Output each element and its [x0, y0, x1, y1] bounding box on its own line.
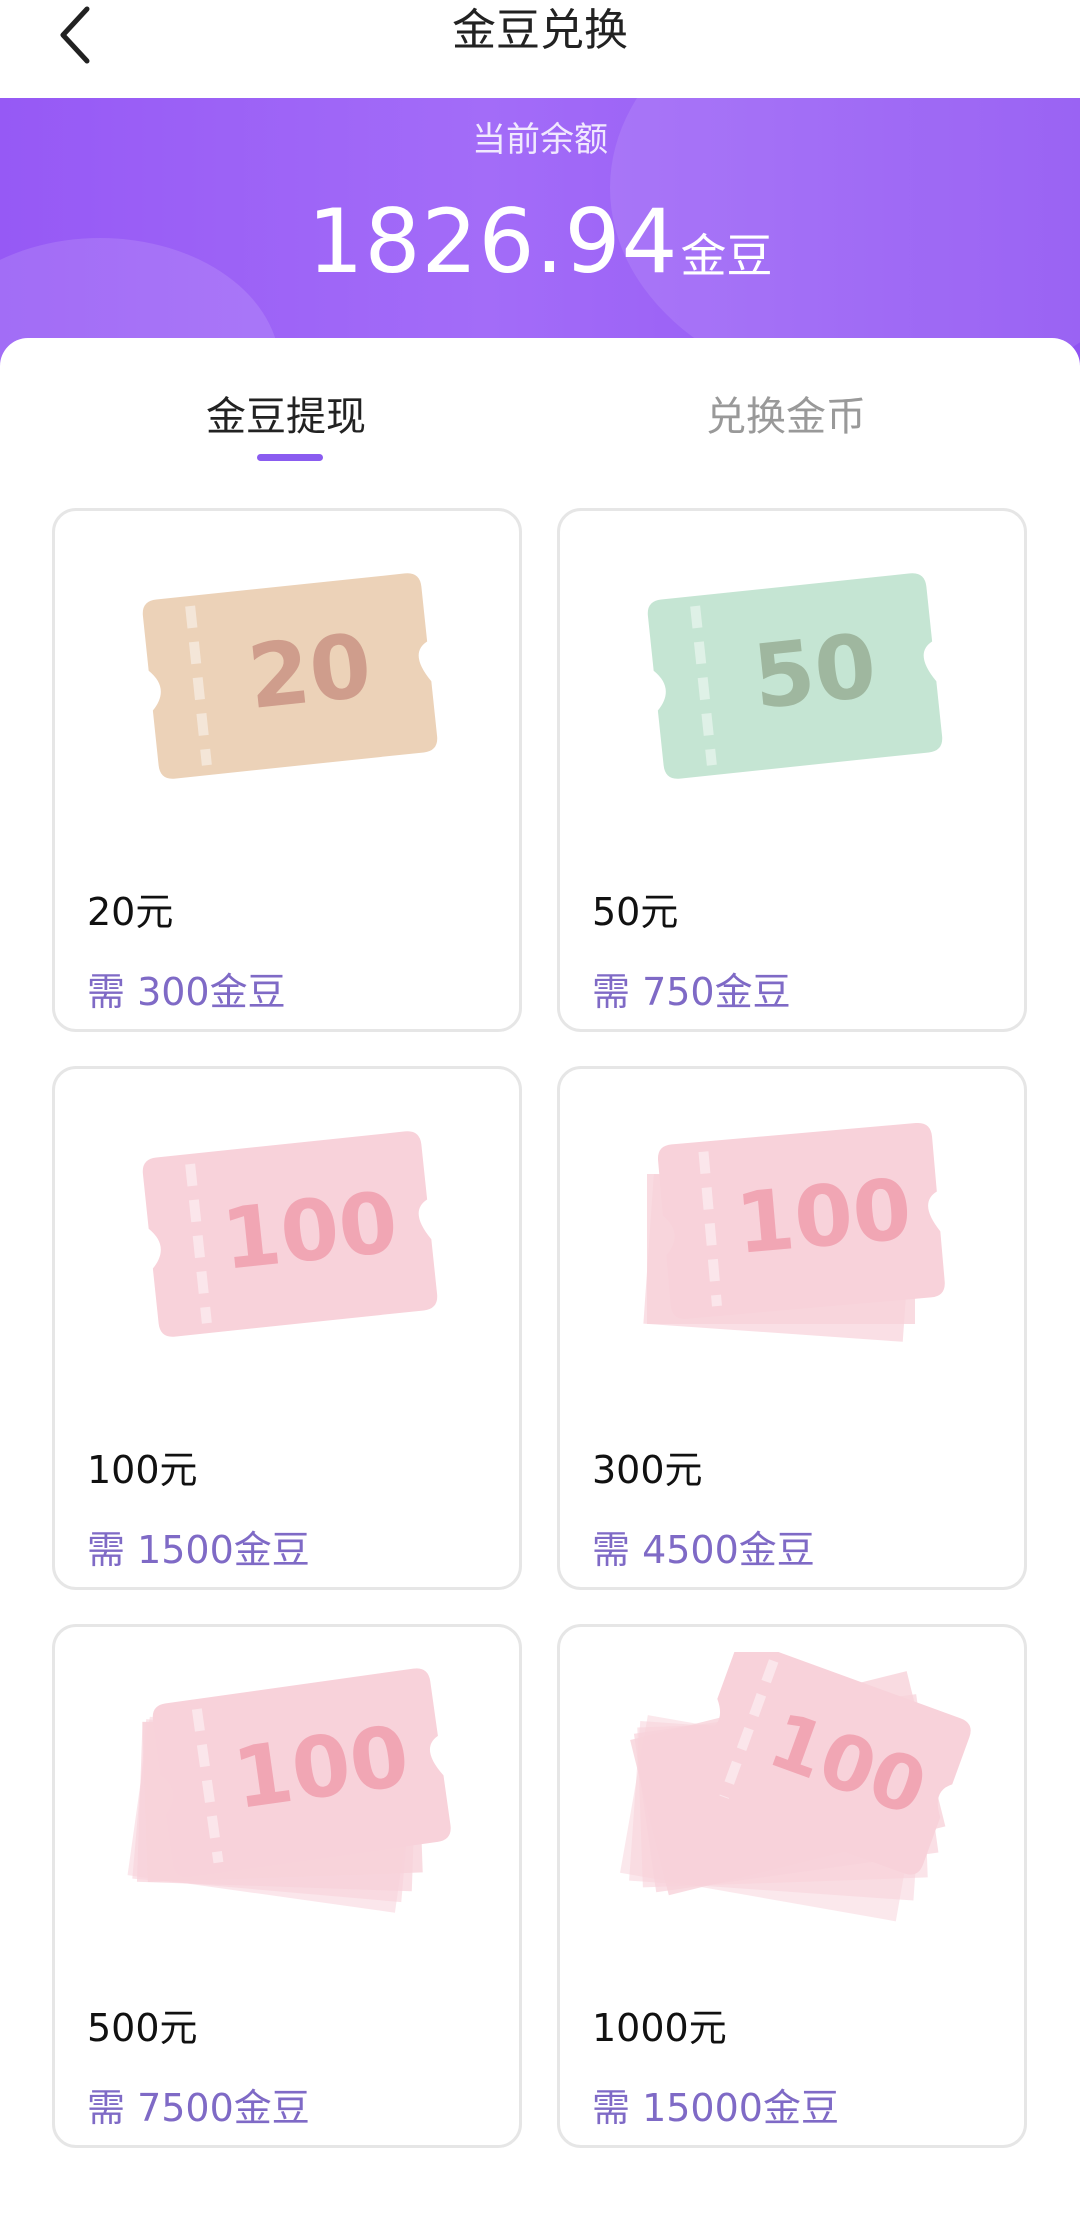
item-name: 300元: [592, 1448, 703, 1492]
item-name: 50元: [592, 890, 679, 934]
item-name: 100元: [87, 1448, 198, 1492]
ticket-number: 100: [732, 1160, 915, 1273]
exchange-page: 金豆兑换 当前余额 1826.94金豆 金豆提现 兑换金币 20 20元 需 3…: [0, 0, 1080, 2219]
ticket-icon: 100: [142, 1131, 438, 1337]
tab-bar: 金豆提现 兑换金币: [0, 338, 1080, 468]
ticket-image: 100: [55, 1109, 525, 1359]
ticket-number: 20: [243, 614, 376, 729]
content-panel: 金豆提现 兑换金币 20 20元 需 300金豆 50 50元 需 750金豆 …: [0, 338, 1080, 2219]
ticket-image: 20: [55, 551, 525, 801]
exchange-item-50[interactable]: 50 50元 需 750金豆: [557, 508, 1027, 1032]
item-cost: 需 7500金豆: [87, 2086, 310, 2130]
item-name: 20元: [87, 890, 174, 934]
active-tab-indicator: [257, 454, 323, 461]
exchange-item-300[interactable]: 100 300元 需 4500金豆: [557, 1066, 1027, 1590]
exchange-item-1000[interactable]: 100 1000元 需 15000金豆: [557, 1624, 1027, 2148]
ticket-icon: 50: [647, 573, 943, 779]
balance-value: 1826.94金豆: [0, 190, 1080, 293]
top-navbar: 金豆兑换: [0, 0, 1080, 98]
item-cost: 需 15000金豆: [592, 2086, 839, 2130]
balance-label: 当前余额: [472, 120, 608, 160]
item-cost: 需 300金豆: [87, 970, 286, 1014]
exchange-item-20[interactable]: 20 20元 需 300金豆: [52, 508, 522, 1032]
tab-withdraw[interactable]: 金豆提现: [206, 384, 366, 442]
ticket-image: 100: [55, 1667, 525, 1917]
exchange-item-100[interactable]: 100 100元 需 1500金豆: [52, 1066, 522, 1590]
exchange-item-500[interactable]: 100 500元 需 7500金豆: [52, 1624, 522, 2148]
balance-unit: 金豆: [680, 229, 773, 283]
ticket-image: 100: [560, 1652, 1030, 1922]
item-cost: 需 1500金豆: [87, 1528, 310, 1572]
ticket-image: 50: [560, 551, 1030, 801]
item-cost: 需 750金豆: [592, 970, 791, 1014]
item-cost: 需 4500金豆: [592, 1528, 815, 1572]
item-name: 1000元: [592, 2006, 727, 2050]
ticket-number: 50: [748, 614, 881, 729]
ticket-stack-icon: 100: [643, 1122, 945, 1342]
page-title: 金豆兑换: [452, 5, 628, 56]
ticket-icon: 20: [142, 573, 438, 779]
tab-exchange-coins[interactable]: 兑换金币: [706, 384, 866, 442]
ticket-image: 100: [560, 1109, 1030, 1359]
balance-amount: 1826.94: [307, 190, 679, 293]
ticket-stack-icon: 100: [127, 1668, 451, 1913]
ticket-number: 100: [217, 1173, 402, 1289]
ticket-fan-icon: 100: [620, 1652, 971, 1922]
item-name: 500元: [87, 2006, 198, 2050]
